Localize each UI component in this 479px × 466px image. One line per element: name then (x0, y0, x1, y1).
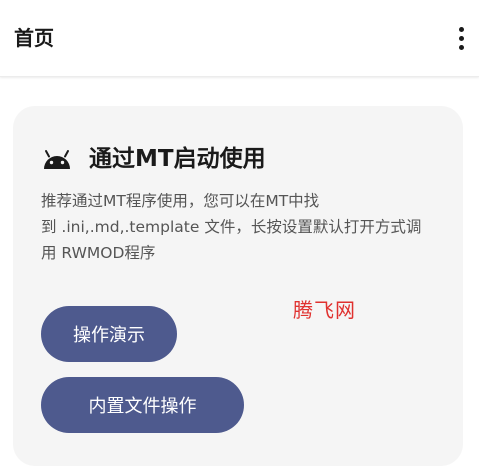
android-icon (44, 150, 70, 169)
card-header: 通过MT启动使用 (42, 144, 266, 174)
overflow-dot (458, 26, 464, 32)
description-line: 推荐通过MT程序使用，您可以在MT中找 (41, 192, 320, 210)
page-title: 首页 (14, 26, 54, 50)
mt-launch-card: 通过MT启动使用 推荐通过MT程序使用，您可以在MT中找 到 .ini,.md,… (13, 106, 463, 466)
description-line: 到 .ini,.md,.template 文件，长按设置默认打开方式调 (41, 218, 422, 236)
card-description: 推荐通过MT程序使用，您可以在MT中找 到 .ini,.md,.template… (41, 188, 451, 266)
watermark-text: 腾飞网 (293, 298, 356, 322)
more-vert-icon[interactable] (449, 22, 473, 54)
app-bar: 首页 (0, 0, 479, 77)
overflow-dot (458, 44, 464, 50)
overflow-dot (458, 35, 464, 41)
builtin-file-button[interactable]: 内置文件操作 (41, 377, 244, 433)
demo-button[interactable]: 操作演示 (41, 306, 177, 362)
description-line: 用 RWMOD程序 (41, 244, 156, 262)
card-title: 通过MT启动使用 (89, 146, 266, 172)
